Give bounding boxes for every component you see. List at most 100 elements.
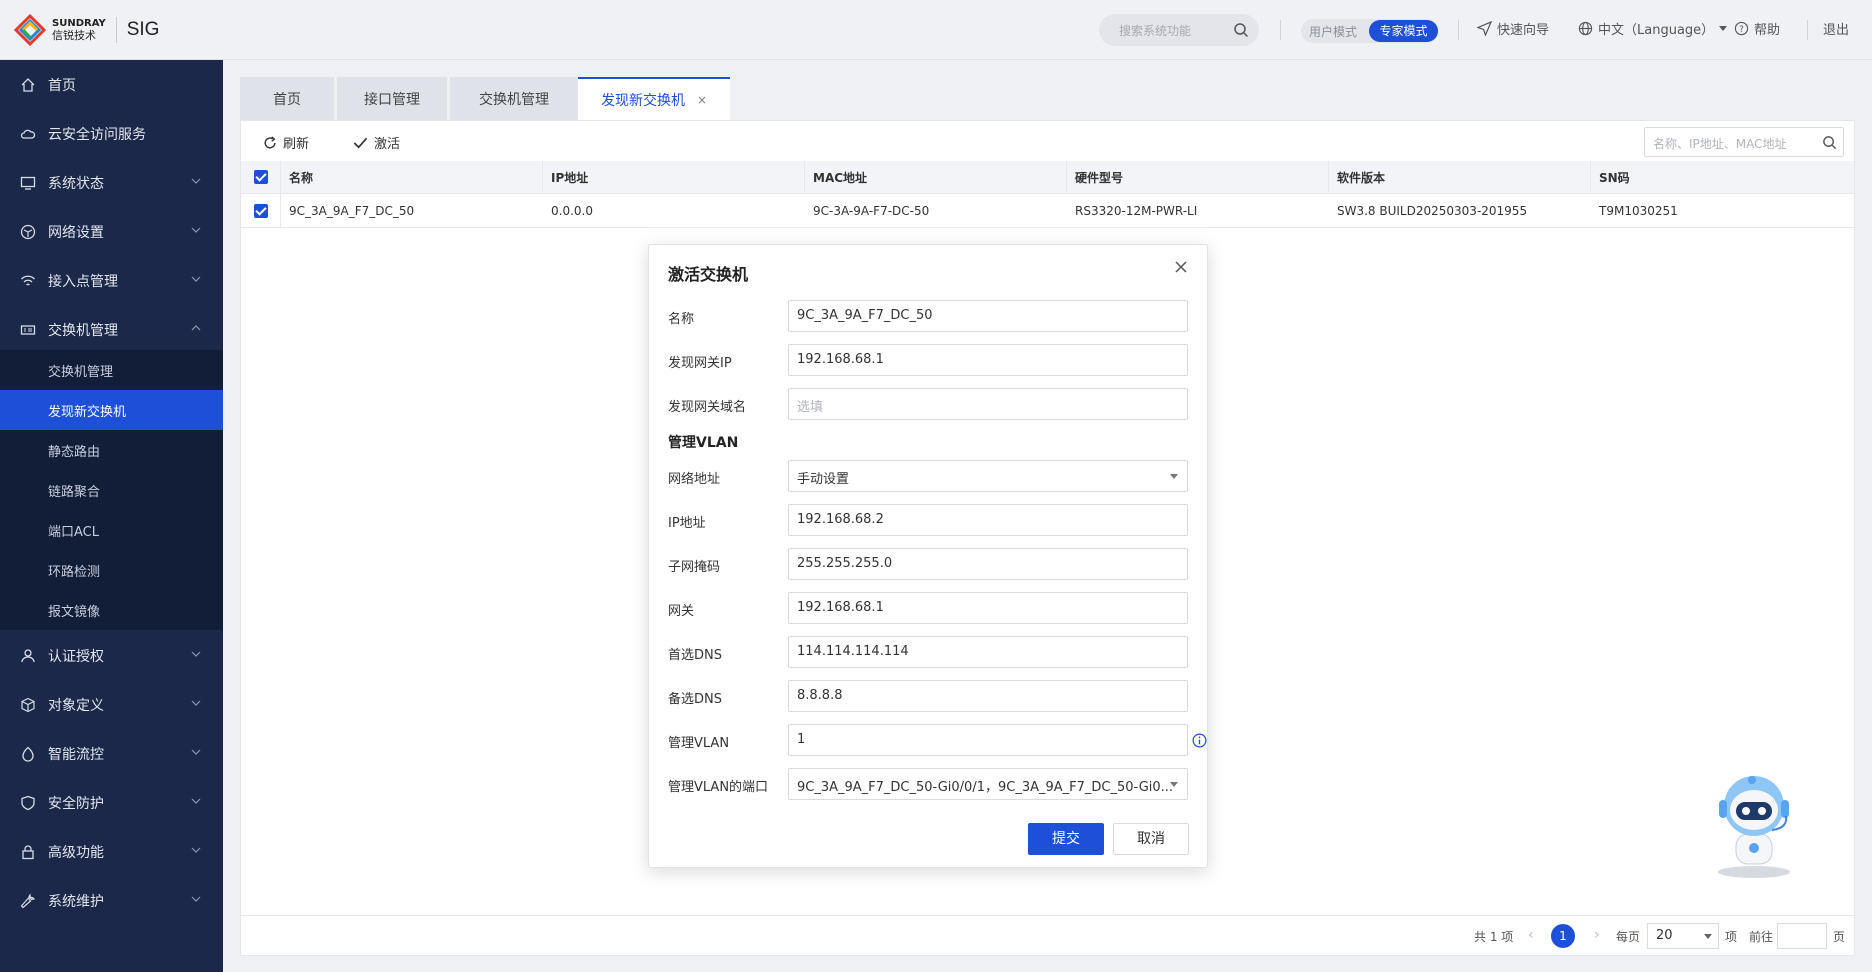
cube-icon [21, 697, 35, 712]
goto-page-input[interactable] [1777, 923, 1827, 949]
management-vlan-input[interactable]: 1 [788, 724, 1188, 756]
sidebar-item-security[interactable]: 安全防护 [0, 778, 223, 827]
switch-icon [20, 324, 36, 335]
field-label: 网关 [668, 604, 695, 619]
sidebar-item-maintenance[interactable]: 系统维护 [0, 876, 223, 925]
vlan-ports-select[interactable]: 9C_3A_9A_F7_DC_50-Gi0/0/1，9C_3A_9A_F7_DC… [788, 768, 1188, 800]
network-address-select[interactable]: 手动设置 [788, 460, 1188, 492]
sidebar-item-advanced[interactable]: 高级功能 [0, 827, 223, 876]
global-search-placeholder: 搜索系统功能 [1119, 24, 1192, 38]
wifi-icon [21, 275, 35, 286]
chevron-up-icon [191, 325, 201, 331]
ip-address-input[interactable]: 192.168.68.2 [788, 504, 1188, 536]
table-header-row: 名称 IP地址 MAC地址 硬件型号 软件版本 SN码 [241, 161, 1854, 194]
info-icon[interactable] [1192, 733, 1207, 748]
secondary-dns-input[interactable]: 8.8.8.8 [788, 680, 1188, 712]
sidebar-item-auth[interactable]: 认证授权 [0, 631, 223, 680]
column-header-ip[interactable]: IP地址 [543, 161, 805, 193]
submenu-item-port-mirroring[interactable]: 报文镜像 [0, 590, 223, 630]
global-search-input[interactable]: 搜索系统功能 [1099, 14, 1259, 46]
expert-mode-option[interactable]: 专家模式 [1369, 20, 1438, 42]
vlan-ports-value: 9C_3A_9A_F7_DC_50-Gi0/0/1，9C_3A_9A_F7_DC… [797, 780, 1174, 795]
sidebar: 首页 云安全访问服务 系统状态 网络设置 接入点管理 交换机管理 交换机管理 发… [0, 60, 223, 972]
column-header-mac[interactable]: MAC地址 [805, 161, 1067, 193]
cancel-button[interactable]: 取消 [1113, 823, 1189, 855]
name-input[interactable]: 9C_3A_9A_F7_DC_50 [788, 300, 1188, 332]
field-row-vlan-ports: 管理VLAN的端口 9C_3A_9A_F7_DC_50-Gi0/0/1，9C_3… [668, 768, 1190, 800]
language-selector[interactable]: 中文（Language） [1578, 19, 1728, 38]
search-icon[interactable] [1233, 22, 1249, 42]
chevron-down-icon [191, 700, 201, 706]
field-label: 备选DNS [668, 692, 722, 707]
sidebar-item-network[interactable]: 网络设置 [0, 207, 223, 256]
page-number-current[interactable]: 1 [1551, 924, 1575, 948]
field-label: 管理VLAN的端口 [668, 780, 769, 795]
per-page-value: 20 [1656, 928, 1673, 943]
brand-logo[interactable]: SUNDRAY 信锐技术 SIG [13, 13, 159, 47]
submit-button[interactable]: 提交 [1028, 823, 1104, 855]
sidebar-item-traffic-control[interactable]: 智能流控 [0, 729, 223, 778]
help-link[interactable]: ? 帮助 [1734, 19, 1780, 38]
sidebar-item-label: 交换机管理 [48, 322, 118, 339]
per-page-label: 每页 [1616, 930, 1641, 944]
field-row-mask: 子网掩码 255.255.255.0 [668, 548, 1190, 580]
sidebar-item-label: 系统状态 [48, 175, 104, 192]
caret-down-icon [1170, 474, 1178, 479]
logout-button[interactable]: 退出 [1823, 19, 1849, 38]
tab-discover-switch[interactable]: 发现新交换机 × [578, 77, 730, 120]
sidebar-item-cloud-access[interactable]: 云安全访问服务 [0, 109, 223, 158]
column-header-name[interactable]: 名称 [281, 161, 543, 193]
sidebar-item-system-status[interactable]: 系统状态 [0, 158, 223, 207]
tab-label: 接口管理 [364, 91, 420, 108]
field-row-gateway: 网关 192.168.68.1 [668, 592, 1190, 624]
submenu-item-discover-switch[interactable]: 发现新交换机 [0, 390, 223, 430]
sidebar-item-home[interactable]: 首页 [0, 60, 223, 109]
switch-submenu: 交换机管理 发现新交换机 静态路由 链路聚合 端口ACL 环路检测 报文镜像 [0, 350, 223, 630]
table-row[interactable]: 9C_3A_9A_F7_DC_50 0.0.0.0 9C-3A-9A-F7-DC… [241, 194, 1854, 228]
prev-page-icon[interactable]: ‹ [1528, 927, 1534, 943]
field-row-name: 名称 9C_3A_9A_F7_DC_50 [668, 300, 1190, 332]
activate-label: 激活 [374, 137, 401, 152]
sidebar-item-ap-management[interactable]: 接入点管理 [0, 256, 223, 305]
row-checkbox[interactable] [253, 203, 268, 218]
tab-switch-management[interactable]: 交换机管理 [450, 77, 578, 120]
sidebar-item-switch-management[interactable]: 交换机管理 [0, 305, 223, 354]
tab-close-icon[interactable]: × [697, 93, 707, 107]
submenu-item-loop-detection[interactable]: 环路检测 [0, 550, 223, 590]
per-page-select[interactable]: 20 [1647, 923, 1719, 949]
mode-switch[interactable]: 用户模式 专家模式 [1301, 19, 1438, 43]
sidebar-item-objects[interactable]: 对象定义 [0, 680, 223, 729]
next-page-icon[interactable]: › [1594, 927, 1600, 943]
refresh-button[interactable]: 刷新 [263, 133, 309, 152]
table-search-input[interactable]: 名称、IP地址、MAC地址 [1644, 127, 1844, 157]
column-header-software[interactable]: 软件版本 [1329, 161, 1591, 193]
assistant-robot-icon[interactable] [1706, 772, 1806, 880]
column-header-hardware[interactable]: 硬件型号 [1067, 161, 1329, 193]
field-label: 名称 [668, 312, 695, 327]
user-mode-option[interactable]: 用户模式 [1309, 23, 1357, 40]
gateway-input[interactable]: 192.168.68.1 [788, 592, 1188, 624]
activate-button[interactable]: 激活 [353, 133, 400, 152]
field-label: 首选DNS [668, 648, 722, 663]
cell-sn: T9M1030251 [1599, 203, 1678, 218]
tab-home[interactable]: 首页 [240, 77, 334, 120]
subnet-mask-input[interactable]: 255.255.255.0 [788, 548, 1188, 580]
submenu-item-link-aggregation[interactable]: 链路聚合 [0, 470, 223, 510]
logo-icon [13, 13, 47, 47]
quick-guide-link[interactable]: 快速向导 [1477, 19, 1549, 38]
select-all-checkbox[interactable] [253, 170, 268, 184]
monitor-icon [20, 176, 36, 190]
sidebar-item-label: 智能流控 [48, 746, 104, 763]
column-header-sn[interactable]: SN码 [1591, 161, 1856, 193]
discovery-gateway-domain-input[interactable]: 选填 [788, 388, 1188, 420]
discovery-gateway-ip-input[interactable]: 192.168.68.1 [788, 344, 1188, 376]
submenu-item-port-acl[interactable]: 端口ACL [0, 510, 223, 550]
close-icon[interactable] [1173, 259, 1189, 275]
search-icon[interactable] [1822, 135, 1837, 154]
primary-dns-input[interactable]: 114.114.114.114 [788, 636, 1188, 668]
goto-page-unit: 页 [1833, 930, 1846, 944]
submenu-item-switch-management[interactable]: 交换机管理 [0, 350, 223, 390]
cell-hardware: RS3320-12M-PWR-LI [1075, 203, 1198, 218]
submenu-item-static-route[interactable]: 静态路由 [0, 430, 223, 470]
tab-interface-management[interactable]: 接口管理 [337, 77, 447, 120]
